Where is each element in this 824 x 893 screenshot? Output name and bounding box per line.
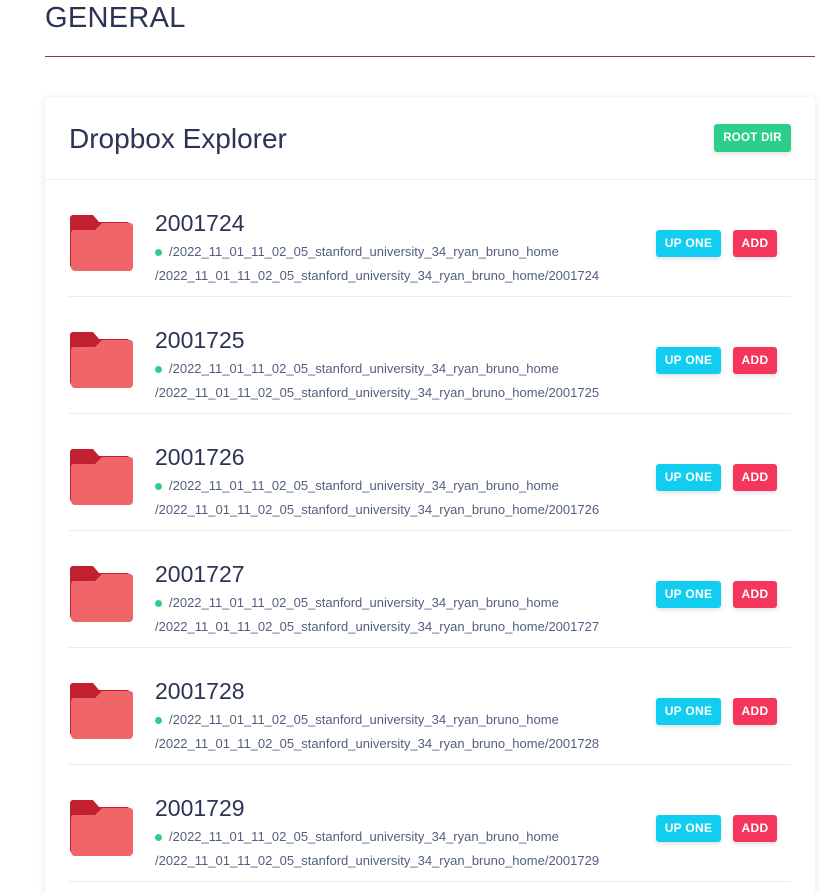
parent-path-text: /2022_11_01_11_02_05_stanford_university… <box>169 478 559 493</box>
folder-row: 2001728 /2022_11_01_11_02_05_stanford_un… <box>69 648 791 765</box>
folder-row: 2001729 /2022_11_01_11_02_05_stanford_un… <box>69 765 791 882</box>
parent-path-text: /2022_11_01_11_02_05_stanford_university… <box>169 829 559 844</box>
folder-icon[interactable] <box>69 332 133 388</box>
folder-parent-path: /2022_11_01_11_02_05_stanford_university… <box>155 360 559 378</box>
folder-parent-path: /2022_11_01_11_02_05_stanford_university… <box>155 828 559 846</box>
folder-full-path: /2022_11_01_11_02_05_stanford_university… <box>155 736 600 751</box>
parent-path-text: /2022_11_01_11_02_05_stanford_university… <box>169 244 559 259</box>
status-dot-icon <box>155 716 162 724</box>
status-dot-icon <box>155 365 162 373</box>
up-one-button[interactable]: UP ONE <box>656 464 721 491</box>
parent-path-text: /2022_11_01_11_02_05_stanford_university… <box>169 595 559 610</box>
folder-list: 2001724 /2022_11_01_11_02_05_stanford_un… <box>69 180 791 882</box>
folder-full-path: /2022_11_01_11_02_05_stanford_university… <box>155 619 600 634</box>
folder-name[interactable]: 2001729 <box>155 793 245 823</box>
add-button[interactable]: ADD <box>733 581 777 608</box>
page: GENERAL Dropbox Explorer ROOT DIR 200172… <box>0 0 824 893</box>
folder-name[interactable]: 2001727 <box>155 559 245 589</box>
parent-path-text: /2022_11_01_11_02_05_stanford_university… <box>169 361 559 376</box>
status-dot-icon <box>155 248 162 256</box>
card-header: Dropbox Explorer ROOT DIR <box>45 97 815 180</box>
folder-name[interactable]: 2001724 <box>155 208 245 238</box>
status-dot-icon <box>155 482 162 490</box>
add-button[interactable]: ADD <box>733 230 777 257</box>
folder-parent-path: /2022_11_01_11_02_05_stanford_university… <box>155 711 559 729</box>
folder-full-path: /2022_11_01_11_02_05_stanford_university… <box>155 268 600 283</box>
add-button[interactable]: ADD <box>733 464 777 491</box>
folder-name[interactable]: 2001725 <box>155 325 245 355</box>
up-one-button[interactable]: UP ONE <box>656 347 721 374</box>
folder-name[interactable]: 2001728 <box>155 676 245 706</box>
folder-full-path: /2022_11_01_11_02_05_stanford_university… <box>155 385 600 400</box>
section-title: GENERAL <box>45 2 186 34</box>
folder-icon[interactable] <box>69 215 133 271</box>
folder-parent-path: /2022_11_01_11_02_05_stanford_university… <box>155 477 559 495</box>
up-one-button[interactable]: UP ONE <box>656 230 721 257</box>
status-dot-icon <box>155 833 162 841</box>
dropbox-explorer-card: Dropbox Explorer ROOT DIR 2001724 /2022_… <box>45 97 815 893</box>
folder-row: 2001726 /2022_11_01_11_02_05_stanford_un… <box>69 414 791 531</box>
folder-icon[interactable] <box>69 683 133 739</box>
add-button[interactable]: ADD <box>733 815 777 842</box>
folder-name[interactable]: 2001726 <box>155 442 245 472</box>
folder-row: 2001724 /2022_11_01_11_02_05_stanford_un… <box>69 180 791 297</box>
folder-parent-path: /2022_11_01_11_02_05_stanford_university… <box>155 243 559 261</box>
folder-parent-path: /2022_11_01_11_02_05_stanford_university… <box>155 594 559 612</box>
root-dir-button[interactable]: ROOT DIR <box>714 124 791 152</box>
up-one-button[interactable]: UP ONE <box>656 698 721 725</box>
folder-icon[interactable] <box>69 800 133 856</box>
folder-full-path: /2022_11_01_11_02_05_stanford_university… <box>155 853 600 868</box>
folder-icon[interactable] <box>69 566 133 622</box>
up-one-button[interactable]: UP ONE <box>656 581 721 608</box>
parent-path-text: /2022_11_01_11_02_05_stanford_university… <box>169 712 559 727</box>
up-one-button[interactable]: UP ONE <box>656 815 721 842</box>
folder-full-path: /2022_11_01_11_02_05_stanford_university… <box>155 502 600 517</box>
folder-icon[interactable] <box>69 449 133 505</box>
folder-row: 2001725 /2022_11_01_11_02_05_stanford_un… <box>69 297 791 414</box>
status-dot-icon <box>155 599 162 607</box>
card-title: Dropbox Explorer <box>69 123 287 154</box>
folder-row: 2001727 /2022_11_01_11_02_05_stanford_un… <box>69 531 791 648</box>
section-divider <box>45 56 815 57</box>
add-button[interactable]: ADD <box>733 698 777 725</box>
add-button[interactable]: ADD <box>733 347 777 374</box>
